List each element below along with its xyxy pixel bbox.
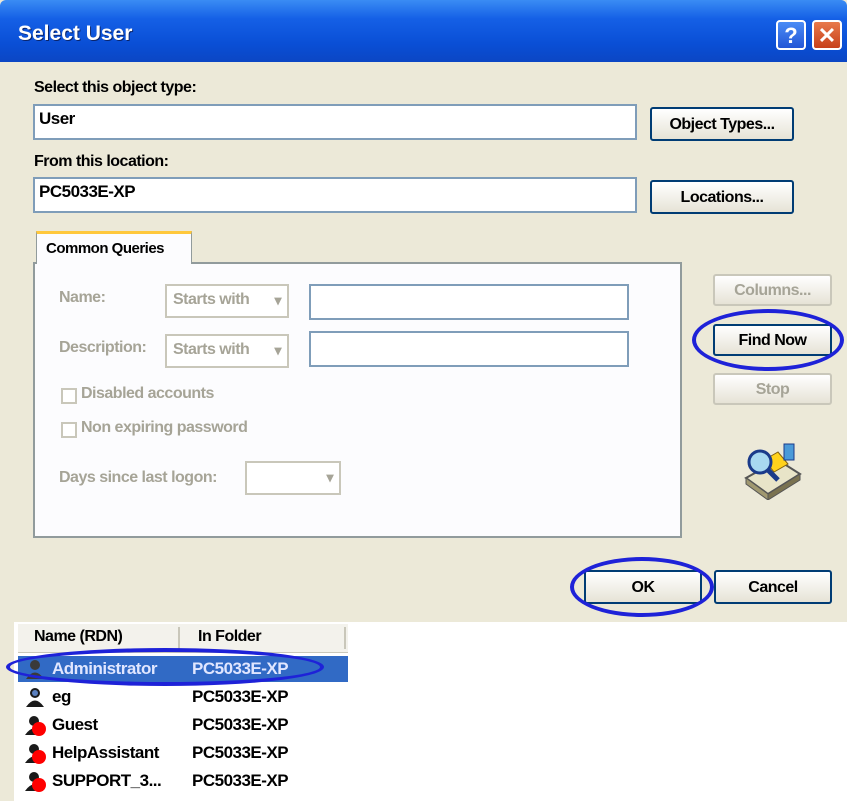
list-item[interactable]: SUPPORT_3... PC5033E-XP [18, 768, 348, 794]
user-name: HelpAssistant [52, 743, 159, 762]
list-item[interactable]: Administrator PC5033E-XP [18, 656, 348, 682]
column-header-name[interactable]: Name (RDN) [34, 628, 123, 646]
search-icon [738, 440, 804, 501]
cancel-button[interactable]: Cancel [714, 570, 832, 604]
stop-button[interactable]: Stop [713, 373, 832, 405]
common-queries-panel: Name: Starts with ▾ Description: Starts … [33, 262, 682, 538]
non-expiring-password-checkbox[interactable] [61, 422, 77, 438]
user-folder: PC5033E-XP [192, 771, 289, 790]
help-button[interactable]: ? [776, 20, 806, 50]
column-divider[interactable] [344, 627, 346, 649]
location-label: From this location: [34, 153, 169, 170]
description-mode-value: Starts with [173, 341, 250, 358]
description-input[interactable] [309, 331, 629, 367]
locations-button[interactable]: Locations... [650, 180, 794, 214]
disabled-accounts-label: Disabled accounts [81, 385, 214, 402]
user-folder: PC5033E-XP [192, 659, 289, 678]
object-type-field[interactable]: User [33, 104, 637, 140]
disabled-user-icon [25, 772, 46, 792]
user-folder: PC5033E-XP [192, 743, 289, 762]
description-mode-select[interactable]: Starts with ▾ [165, 334, 289, 368]
days-since-logon-label: Days since last logon: [59, 469, 217, 486]
name-mode-select[interactable]: Starts with ▾ [165, 284, 289, 318]
chevron-down-icon: ▾ [274, 292, 281, 308]
name-input[interactable] [309, 284, 629, 320]
list-item[interactable]: HelpAssistant PC5033E-XP [18, 740, 348, 766]
tab-common-queries[interactable]: Common Queries [36, 231, 192, 264]
disabled-user-icon [25, 716, 46, 736]
column-divider[interactable] [178, 627, 180, 649]
user-folder: PC5033E-XP [192, 715, 289, 734]
disabled-accounts-checkbox[interactable] [61, 388, 77, 404]
location-field[interactable]: PC5033E-XP [33, 177, 637, 213]
user-name: Guest [52, 715, 98, 734]
name-label: Name: [59, 289, 106, 306]
find-now-button[interactable]: Find Now [713, 324, 832, 356]
user-name: eg [52, 687, 71, 706]
list-item[interactable]: Guest PC5033E-XP [18, 712, 348, 738]
object-types-button[interactable]: Object Types... [650, 107, 794, 141]
days-since-logon-select[interactable]: ▾ [245, 461, 341, 495]
results-header: Name (RDN) In Folder [18, 624, 348, 653]
chevron-down-icon: ▾ [274, 342, 281, 358]
window-title: Select User [18, 22, 133, 45]
list-item[interactable]: eg PC5033E-XP [18, 684, 348, 710]
name-mode-value: Starts with [173, 291, 250, 308]
user-name: Administrator [52, 659, 157, 678]
user-folder: PC5033E-XP [192, 687, 289, 706]
select-user-dialog: Select User ? ✕ Select this object type:… [0, 0, 847, 801]
description-label: Description: [59, 339, 147, 356]
chevron-down-icon: ▾ [326, 469, 333, 485]
title-bar: Select User ? ✕ [0, 0, 847, 62]
ok-button[interactable]: OK [584, 570, 702, 604]
non-expiring-password-label: Non expiring password [81, 419, 248, 436]
user-icon [26, 660, 44, 679]
user-name: SUPPORT_3... [52, 771, 162, 790]
columns-button[interactable]: Columns... [713, 274, 832, 306]
disabled-user-icon [25, 744, 46, 764]
object-type-label: Select this object type: [34, 79, 197, 96]
column-header-folder[interactable]: In Folder [198, 628, 262, 646]
close-button[interactable]: ✕ [812, 20, 842, 50]
user-icon [26, 688, 44, 707]
